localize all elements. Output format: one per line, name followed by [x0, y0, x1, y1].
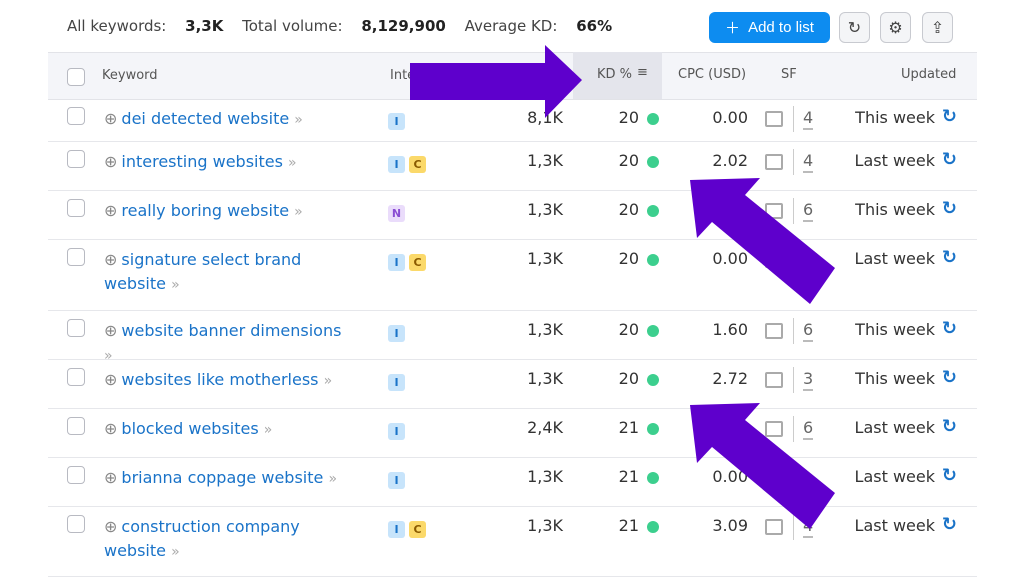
annotation-arrows — [410, 45, 835, 529]
arrow-up-left-2 — [690, 403, 835, 529]
arrow-right — [410, 45, 582, 118]
arrow-up-left-1 — [690, 178, 835, 304]
